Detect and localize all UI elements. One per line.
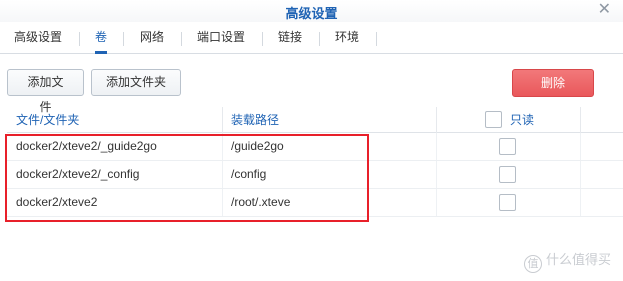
table-row[interactable]: docker2/xteve2 /root/.xteve (7, 189, 623, 217)
tab-divider (181, 32, 182, 46)
window-titlebar: 高级设置 ✕ (0, 0, 623, 22)
add-folder-button[interactable]: 添加文件夹 (91, 69, 181, 96)
tab-port-settings[interactable]: 端口设置 (197, 22, 245, 53)
column-divider (222, 189, 223, 216)
column-divider (580, 133, 581, 160)
column-divider (580, 189, 581, 216)
column-header-path[interactable]: 文件/文件夹 (16, 107, 79, 133)
close-icon[interactable]: ✕ (598, 2, 611, 18)
path-cell: docker2/xteve2 (16, 195, 98, 209)
column-divider (222, 107, 223, 133)
readonly-checkbox[interactable] (499, 138, 516, 155)
tab-advanced-settings[interactable]: 高级设置 (14, 22, 62, 53)
watermark-logo-icon: 值 (523, 255, 542, 273)
tab-links[interactable]: 链接 (278, 22, 302, 53)
column-header-mount-path[interactable]: 装载路径 (231, 107, 279, 133)
path-cell: docker2/xteve2/_config (16, 167, 140, 181)
table-row[interactable]: docker2/xteve2/_config /config (7, 161, 623, 189)
tab-bar: 高级设置 卷 网络 端口设置 链接 环境 (0, 22, 623, 54)
watermark: 值什么值得买 (523, 249, 611, 273)
column-divider (222, 161, 223, 188)
column-divider (436, 107, 437, 133)
tab-divider (262, 32, 263, 46)
tab-divider (79, 32, 80, 46)
tab-divider (376, 32, 377, 46)
readonly-checkbox[interactable] (499, 194, 516, 211)
tab-environment[interactable]: 环境 (335, 22, 359, 53)
path-cell: docker2/xteve2/_guide2go (16, 139, 157, 153)
mount-path-cell: /guide2go (231, 139, 284, 153)
column-divider (580, 107, 581, 133)
column-divider (436, 161, 437, 188)
mount-path-cell: /root/.xteve (231, 195, 291, 209)
volume-table: 文件/文件夹 装载路径 只读 docker2/xteve2/_guide2go … (7, 107, 623, 217)
tab-volume[interactable]: 卷 (95, 22, 108, 54)
table-row[interactable]: docker2/xteve2/_guide2go /guide2go (7, 133, 623, 161)
mount-path-cell: /config (231, 167, 267, 181)
tab-divider (123, 32, 124, 46)
readonly-checkbox[interactable] (499, 166, 516, 183)
watermark-text: 什么值得买 (545, 253, 611, 268)
table-header: 文件/文件夹 装载路径 只读 (7, 107, 623, 133)
tab-divider (319, 32, 320, 46)
column-divider (222, 133, 223, 160)
readonly-select-all-checkbox[interactable] (485, 111, 502, 128)
add-file-button[interactable]: 添加文件 (7, 69, 84, 114)
column-divider (436, 133, 437, 160)
column-divider (436, 189, 437, 216)
window-title: 高级设置 (285, 6, 338, 21)
tab-network[interactable]: 网络 (140, 22, 164, 53)
delete-button[interactable]: 删除 (512, 69, 594, 97)
column-header-readonly: 只读 (510, 113, 535, 127)
column-divider (580, 161, 581, 188)
